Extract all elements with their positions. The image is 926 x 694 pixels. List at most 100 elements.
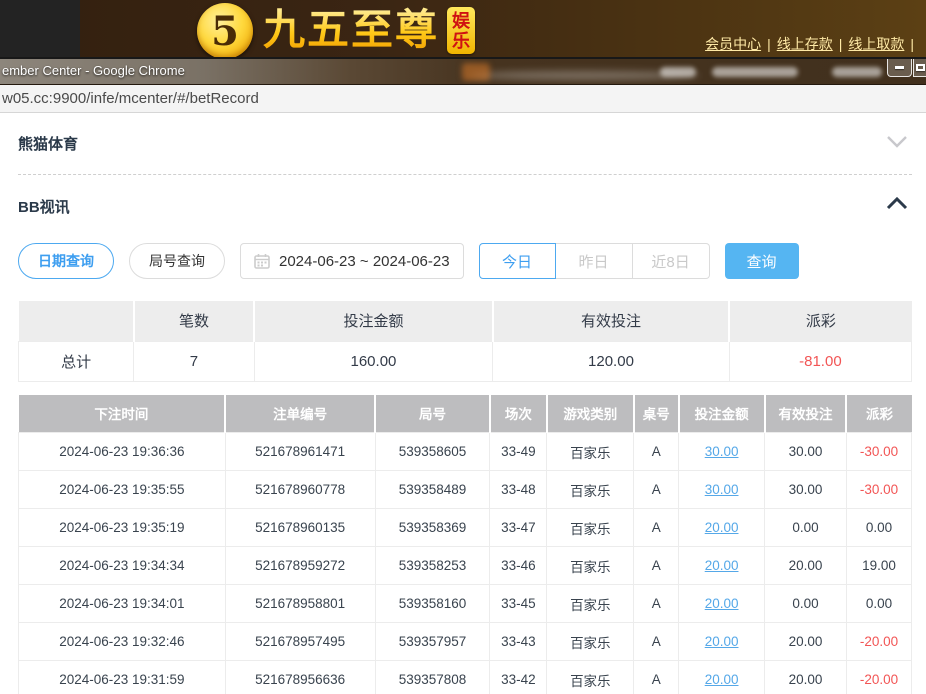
chevron-down-icon[interactable] (886, 135, 908, 153)
table-row: 2024-06-23 19:34:01 521678958801 5393581… (19, 585, 912, 623)
cell-bet-id: 521678956636 (225, 661, 375, 694)
cell-round-id: 539358605 (375, 433, 490, 471)
online-deposit-link[interactable]: 线上存款 (777, 36, 833, 52)
cell-valid-bet: 20.00 (765, 661, 847, 694)
date-query-tab[interactable]: 日期查询 (18, 243, 114, 279)
summary-header-payout: 派彩 (729, 301, 911, 341)
summary-count: 7 (134, 341, 255, 381)
section-title: BB视讯 (18, 196, 70, 217)
logo-badge: 娱 乐 (447, 7, 475, 54)
logo-circle-icon: 5 (197, 3, 253, 59)
summary-valid-bet: 120.00 (493, 341, 730, 381)
screen: 5 九五至尊 娱 乐 会员中心|线上存款|线上取款| ember Center … (0, 0, 926, 694)
background-block (0, 0, 80, 57)
member-center-link[interactable]: 会员中心 (705, 36, 761, 52)
yesterday-button[interactable]: 昨日 (556, 243, 633, 279)
bet-table-header-row: 下注时间 注单编号 局号 场次 游戏类别 桌号 投注金额 有效投注 派彩 (19, 395, 912, 433)
cell-session: 33-49 (490, 433, 547, 471)
section-panda-sports[interactable]: 熊猫体育 (18, 113, 912, 175)
cell-session: 33-47 (490, 509, 547, 547)
summary-header-count: 笔数 (134, 301, 255, 341)
cell-bet-id: 521678957495 (225, 623, 375, 661)
filter-toolbar: 日期查询 局号查询 2024-06-23 ~ 2024-06-23 今日 昨日 … (18, 243, 912, 279)
summary-header-valid-bet: 有效投注 (493, 301, 730, 341)
table-row: 2024-06-23 19:36:36 521678961471 5393586… (19, 433, 912, 471)
cell-table-no: A (634, 585, 679, 623)
cell-valid-bet: 0.00 (765, 509, 847, 547)
window-titlebar[interactable]: ember Center - Google Chrome (0, 57, 926, 85)
cell-round-id: 539357957 (375, 623, 490, 661)
cell-valid-bet: 0.00 (765, 585, 847, 623)
cell-round-id: 539358369 (375, 509, 490, 547)
table-row: 2024-06-23 19:35:19 521678960135 5393583… (19, 509, 912, 547)
cell-game-type: 百家乐 (547, 509, 634, 547)
today-button[interactable]: 今日 (479, 243, 556, 279)
cell-session: 33-45 (490, 585, 547, 623)
bet-record-table: 下注时间 注单编号 局号 场次 游戏类别 桌号 投注金额 有效投注 派彩 202… (18, 395, 912, 694)
calendar-icon (254, 253, 270, 269)
round-query-tab[interactable]: 局号查询 (129, 243, 225, 279)
cell-payout: 0.00 (846, 509, 911, 547)
cell-bet-time: 2024-06-23 19:35:19 (19, 509, 226, 547)
summary-payout: -81.00 (729, 341, 911, 381)
quick-range-group: 今日 昨日 近8日 (479, 243, 710, 279)
cell-session: 33-42 (490, 661, 547, 694)
cell-table-no: A (634, 471, 679, 509)
summary-header-blank (19, 301, 134, 341)
bet-amount-link[interactable]: 20.00 (679, 547, 765, 585)
cell-session: 33-46 (490, 547, 547, 585)
bet-amount-link[interactable]: 20.00 (679, 623, 765, 661)
cell-payout: -20.00 (846, 623, 911, 661)
header-valid-bet: 有效投注 (765, 395, 847, 433)
site-logo: 5 九五至尊 娱 乐 (197, 3, 475, 59)
cell-table-no: A (634, 623, 679, 661)
online-withdraw-link[interactable]: 线上取款 (848, 36, 904, 52)
cell-table-no: A (634, 547, 679, 585)
cell-bet-time: 2024-06-23 19:34:34 (19, 547, 226, 585)
header-session: 场次 (490, 395, 547, 433)
cell-bet-id: 521678958801 (225, 585, 375, 623)
minimize-icon (895, 66, 904, 69)
last-8-days-button[interactable]: 近8日 (633, 243, 710, 279)
minimize-button[interactable] (887, 59, 912, 77)
maximize-button[interactable] (913, 59, 926, 77)
cell-bet-time: 2024-06-23 19:35:55 (19, 471, 226, 509)
chevron-up-icon[interactable] (886, 197, 908, 215)
cell-round-id: 539358489 (375, 471, 490, 509)
cell-valid-bet: 30.00 (765, 471, 847, 509)
cell-table-no: A (634, 661, 679, 694)
address-bar[interactable]: w05.cc:9900/infe/mcenter/#/betRecord (0, 85, 926, 113)
summary-bet-amount: 160.00 (254, 341, 492, 381)
table-row: 2024-06-23 19:32:46 521678957495 5393579… (19, 623, 912, 661)
bet-amount-link[interactable]: 20.00 (679, 585, 765, 623)
blurred-badge (462, 63, 490, 81)
cell-game-type: 百家乐 (547, 547, 634, 585)
search-button[interactable]: 查询 (725, 243, 799, 279)
cell-round-id: 539358160 (375, 585, 490, 623)
blurred-user-info (660, 67, 696, 77)
cell-valid-bet: 30.00 (765, 433, 847, 471)
cell-bet-time: 2024-06-23 19:32:46 (19, 623, 226, 661)
header-bet-id: 注单编号 (225, 395, 375, 433)
section-bb-video[interactable]: BB视讯 (18, 175, 912, 237)
cell-game-type: 百家乐 (547, 471, 634, 509)
logo-text: 九五至尊 (263, 3, 439, 57)
header-payout: 派彩 (846, 395, 911, 433)
bet-amount-link[interactable]: 20.00 (679, 509, 765, 547)
cell-bet-time: 2024-06-23 19:36:36 (19, 433, 226, 471)
cell-game-type: 百家乐 (547, 661, 634, 694)
cell-table-no: A (634, 433, 679, 471)
site-banner: 5 九五至尊 娱 乐 会员中心|线上存款|线上取款| (0, 0, 926, 57)
header-round-id: 局号 (375, 395, 490, 433)
cell-valid-bet: 20.00 (765, 547, 847, 585)
bet-amount-link[interactable]: 30.00 (679, 433, 765, 471)
bet-amount-link[interactable]: 20.00 (679, 661, 765, 694)
bet-amount-link[interactable]: 30.00 (679, 471, 765, 509)
date-range-input[interactable]: 2024-06-23 ~ 2024-06-23 (240, 243, 464, 279)
bet-table-body: 2024-06-23 19:36:36 521678961471 5393586… (19, 433, 912, 694)
cell-game-type: 百家乐 (547, 623, 634, 661)
header-bet-amount: 投注金额 (679, 395, 765, 433)
link-divider: | (767, 36, 771, 52)
date-range-value: 2024-06-23 ~ 2024-06-23 (279, 253, 450, 270)
cell-table-no: A (634, 509, 679, 547)
